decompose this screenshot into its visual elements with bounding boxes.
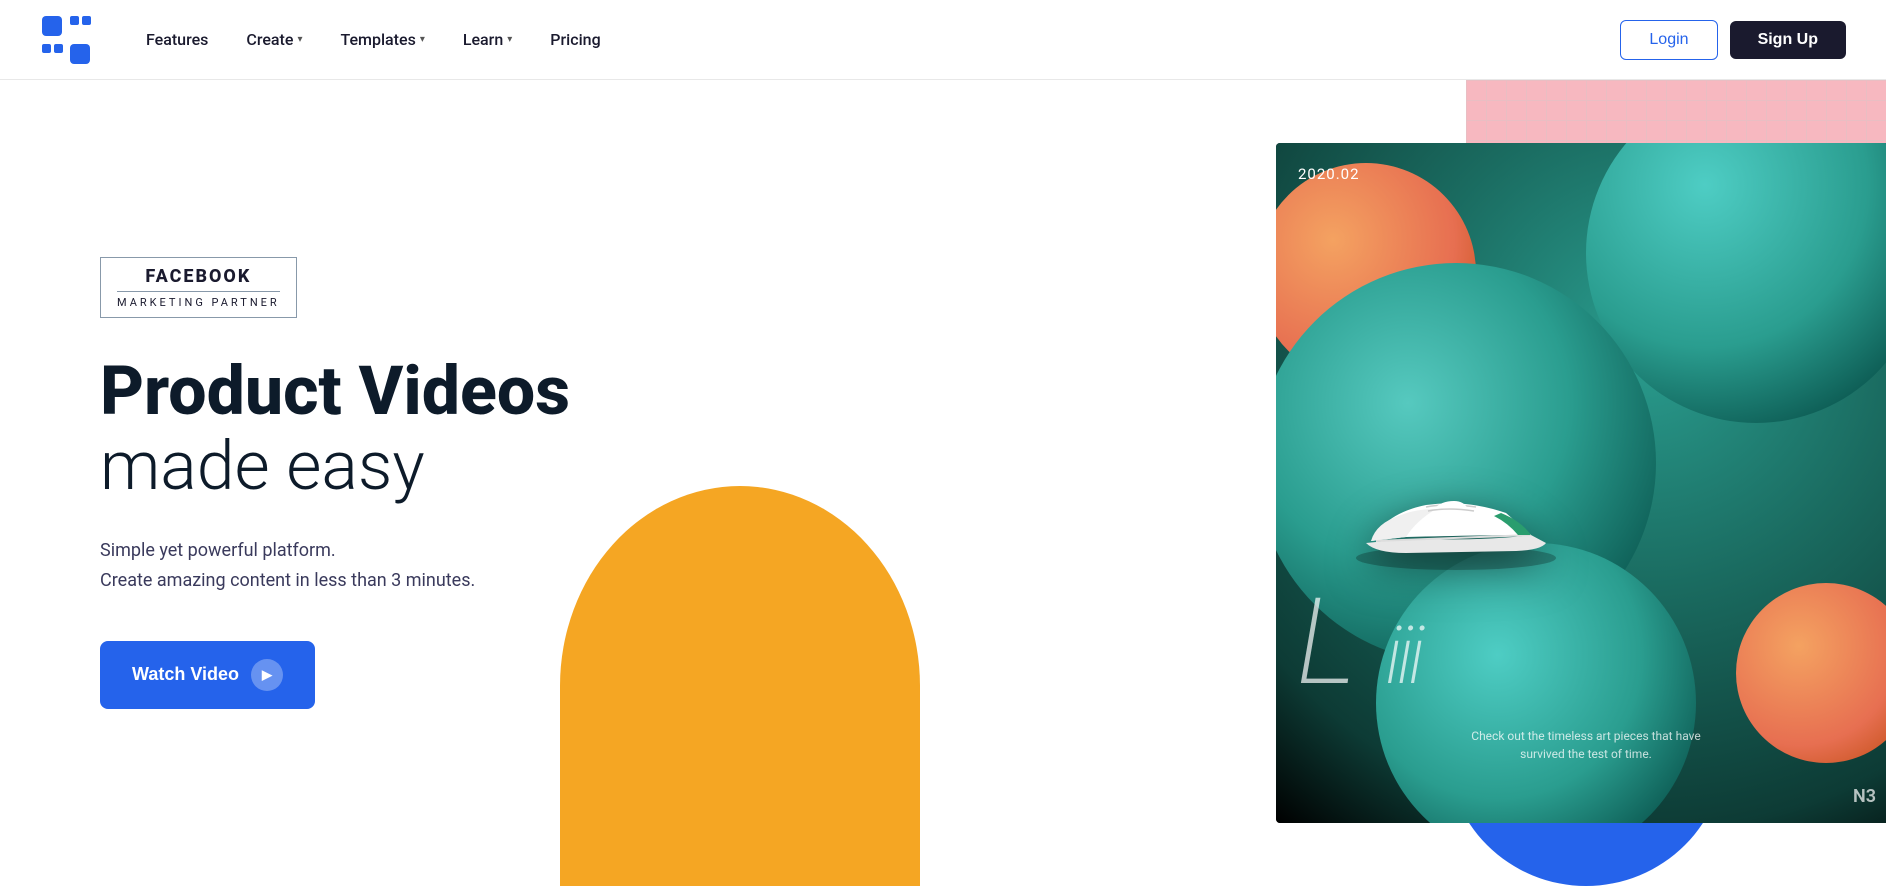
video-scene: 2020.02 L iii Check out the timeless art… <box>1276 143 1886 823</box>
card-badge: N3 <box>1853 786 1876 807</box>
play-icon: ▶ <box>251 659 283 691</box>
chevron-down-icon: ▾ <box>507 34 512 45</box>
facebook-partner-badge: FACEBOOK MARKETING PARTNER <box>100 257 297 318</box>
card-date: 2020.02 <box>1298 165 1360 183</box>
hero-subtitle: Simple yet powerful platform. Create ama… <box>100 536 570 597</box>
logo[interactable] <box>40 14 92 66</box>
fb-badge-subtitle: MARKETING PARTNER <box>117 296 280 309</box>
signup-button[interactable]: Sign Up <box>1730 21 1846 59</box>
hero-section: FACEBOOK MARKETING PARTNER Product Video… <box>0 80 1886 886</box>
hero-title-bold: Product Videos <box>100 354 570 429</box>
nav-item-features[interactable]: Features <box>132 22 222 57</box>
navbar: Features Create ▾ Templates ▾ Learn ▾ Pr… <box>0 0 1886 80</box>
hero-video-preview: 2020.02 L iii Check out the timeless art… <box>1276 143 1886 823</box>
watch-video-label: Watch Video <box>132 664 239 685</box>
watch-video-button[interactable]: Watch Video ▶ <box>100 641 315 709</box>
video-card: 2020.02 L iii Check out the timeless art… <box>1276 143 1886 823</box>
chevron-down-icon: ▾ <box>420 34 425 45</box>
bg-orange-decoration <box>560 486 920 886</box>
chevron-down-icon: ▾ <box>297 34 302 45</box>
login-button[interactable]: Login <box>1620 20 1717 60</box>
orange-ball-2 <box>1736 583 1886 763</box>
nav-item-pricing[interactable]: Pricing <box>536 22 614 57</box>
fb-badge-title: FACEBOOK <box>117 266 280 287</box>
hero-title-light: made easy <box>100 429 570 504</box>
nav-actions: Login Sign Up <box>1620 20 1846 60</box>
nav-item-learn[interactable]: Learn ▾ <box>449 22 526 57</box>
nav-links: Features Create ▾ Templates ▾ Learn ▾ Pr… <box>132 22 1620 57</box>
card-big-letter: L iii <box>1296 583 1420 703</box>
hero-content: FACEBOOK MARKETING PARTNER Product Video… <box>100 257 570 709</box>
badge-divider <box>117 291 280 292</box>
nav-item-create[interactable]: Create ▾ <box>232 22 316 57</box>
card-subtitle: Check out the timeless art pieces that h… <box>1471 727 1700 763</box>
shoe-image <box>1346 463 1566 577</box>
nav-item-templates[interactable]: Templates ▾ <box>326 22 438 57</box>
